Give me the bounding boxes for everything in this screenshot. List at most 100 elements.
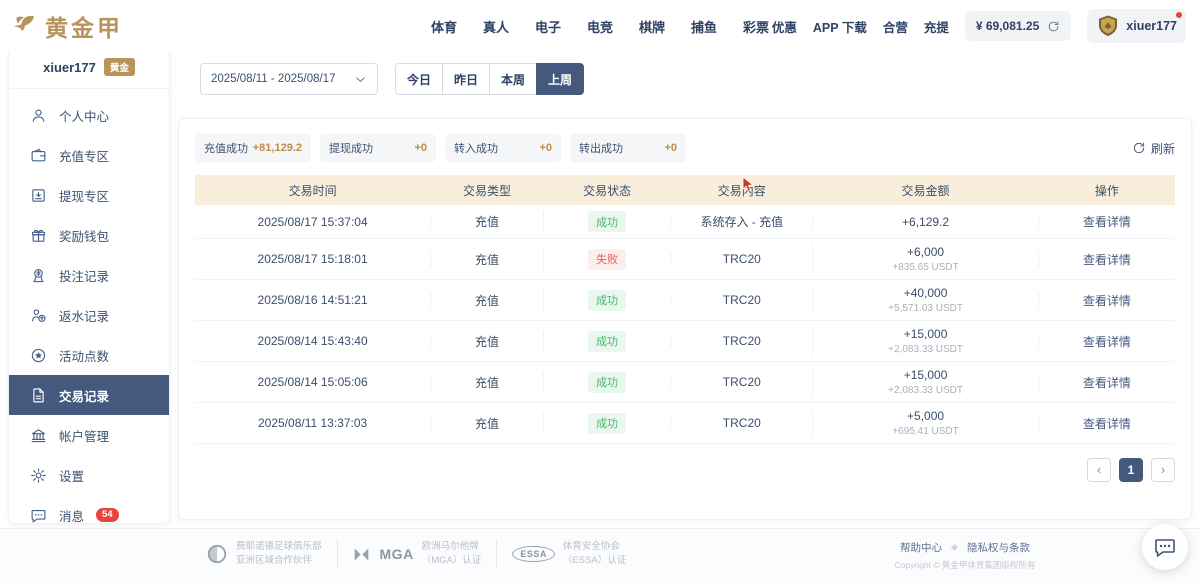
footer-partner-separator xyxy=(337,539,338,569)
header-link-3[interactable]: 合营 xyxy=(883,17,908,36)
nav-item-6[interactable]: 捕鱼 xyxy=(691,17,717,36)
view-details-link[interactable]: 查看详情 xyxy=(1083,335,1131,349)
sidebar-item-withdraw[interactable]: 提现专区 xyxy=(9,175,169,215)
sidebar-item-points[interactable]: 活动点数 xyxy=(9,335,169,375)
partner-description: 体育安全协会（ESSA）认证 xyxy=(563,540,626,568)
partner-description: 费耶诺德足球俱乐部亚洲区域合作伙伴 xyxy=(236,540,322,568)
sidebar-item-bank[interactable]: 帐户管理 xyxy=(9,415,169,455)
footer-right: 帮助中心隐私权与条款 Copyright © 黄金甲体育集团版权所有 xyxy=(855,540,1075,571)
cell-transaction-status: 成功 xyxy=(543,211,670,232)
message-count-badge: 54 xyxy=(96,508,119,522)
pagination-page-1[interactable]: 1 xyxy=(1119,458,1143,482)
view-details-link[interactable]: 查看详情 xyxy=(1083,253,1131,267)
notification-dot xyxy=(1176,12,1182,18)
footer-link-2[interactable]: 隐私权与条款 xyxy=(967,540,1030,555)
amount-value: +5,000 xyxy=(813,409,1037,423)
message-icon xyxy=(30,507,47,524)
sidebar-item-transaction[interactable]: 交易记录 xyxy=(9,375,169,415)
column-header-2: 交易类型 xyxy=(430,182,543,199)
amount-usdt-value: +835.65 USDT xyxy=(813,262,1037,273)
gift-icon xyxy=(30,227,47,244)
table-row: 2025/08/14 15:05:06充值成功TRC20+15,000+2,08… xyxy=(195,362,1175,403)
cell-transaction-type: 充值 xyxy=(430,292,543,309)
sidebar-item-gift[interactable]: 奖励钱包 xyxy=(9,215,169,255)
refresh-balance-icon[interactable] xyxy=(1047,20,1060,33)
summary-pill-1: 充值成功+81,129.2 xyxy=(195,134,311,162)
date-range-picker[interactable]: 2025/08/11 - 2025/08/17 xyxy=(200,63,378,95)
sidebar-item-gear[interactable]: 设置 xyxy=(9,455,169,495)
summary-value: +0 xyxy=(664,142,677,154)
essa-logo-text: ESSA xyxy=(512,546,555,562)
footer-links: 帮助中心 隐私权与条款 xyxy=(855,540,1075,555)
bet-record-icon xyxy=(30,267,47,284)
header-right: 优惠 APP 下载合营充提 ¥ 69,081.25 xiuer177 xyxy=(772,9,1200,43)
live-chat-button[interactable] xyxy=(1142,524,1188,570)
sidebar-username: xiuer177 xyxy=(43,60,96,75)
column-header-3: 交易状态 xyxy=(543,182,670,199)
header-quick-links: 优惠 APP 下载合营充提 xyxy=(772,17,949,36)
mga-logo-text: MGA xyxy=(380,546,414,562)
nav-item-4[interactable]: 电竞 xyxy=(587,17,613,36)
sidebar-menu: 个人中心充值专区提现专区奖励钱包投注记录返水记录活动点数交易记录帐户管理设置消息… xyxy=(9,95,169,524)
balance-pill[interactable]: ¥ 69,081.25 xyxy=(965,11,1071,41)
amount-value: +6,129.2 xyxy=(813,215,1037,229)
cell-action: 查看详情 xyxy=(1038,333,1175,350)
sidebar-item-wallet[interactable]: 充值专区 xyxy=(9,135,169,175)
footer-partner-mga: MGA 欧洲马尔他牌（MGA）认证 xyxy=(353,540,482,568)
user-chip[interactable]: xiuer177 xyxy=(1087,9,1186,43)
cell-action: 查看详情 xyxy=(1038,213,1175,230)
sidebar-item-rebate[interactable]: 返水记录 xyxy=(9,295,169,335)
footer-link-1[interactable]: 帮助中心 xyxy=(900,540,942,555)
cell-action: 查看详情 xyxy=(1038,292,1175,309)
view-details-link[interactable]: 查看详情 xyxy=(1083,376,1131,390)
user-shield-avatar xyxy=(1096,14,1120,38)
filter-button-4[interactable]: 上周 xyxy=(536,63,584,95)
sidebar-item-bet-record[interactable]: 投注记录 xyxy=(9,255,169,295)
user-icon xyxy=(30,107,47,124)
summary-stats-row: 充值成功+81,129.2提现成功+0转入成功+0转出成功+0 刷新 xyxy=(195,134,1175,162)
sidebar-divider xyxy=(9,88,169,89)
view-details-link[interactable]: 查看详情 xyxy=(1083,294,1131,308)
sidebar-item-label: 返水记录 xyxy=(59,306,109,325)
status-badge: 失败 xyxy=(588,249,626,270)
filter-button-2[interactable]: 昨日 xyxy=(442,63,490,95)
partner-description: 欧洲马尔他牌（MGA）认证 xyxy=(422,540,482,568)
cell-transaction-time: 2025/08/14 15:05:06 xyxy=(195,375,430,389)
view-details-link[interactable]: 查看详情 xyxy=(1083,417,1131,431)
sidebar-item-label: 帐户管理 xyxy=(59,426,109,445)
nav-item-7[interactable]: 彩票 xyxy=(743,17,769,36)
cell-transaction-amount: +5,000 +695.41 USDT xyxy=(812,409,1037,437)
cell-transaction-type: 充值 xyxy=(430,374,543,391)
nav-item-1[interactable]: 体育 xyxy=(431,17,457,36)
cell-action: 查看详情 xyxy=(1038,251,1175,268)
table-row: 2025/08/16 14:51:21充值成功TRC20+40,000+5,57… xyxy=(195,280,1175,321)
transactions-card: 充值成功+81,129.2提现成功+0转入成功+0转出成功+0 刷新 交易时间交… xyxy=(178,118,1192,520)
refresh-button[interactable]: 刷新 xyxy=(1132,140,1175,157)
gear-icon xyxy=(30,467,47,484)
nav-item-3[interactable]: 电子 xyxy=(535,17,561,36)
header-link-4[interactable]: 充提 xyxy=(924,17,949,36)
cell-transaction-content: TRC20 xyxy=(670,293,812,307)
sidebar-item-message[interactable]: 消息 54 xyxy=(9,495,169,524)
sidebar-item-user[interactable]: 个人中心 xyxy=(9,95,169,135)
header-link-2[interactable]: APP 下载 xyxy=(813,17,867,36)
sidebar-item-label: 消息 xyxy=(59,506,84,525)
brand-logo[interactable]: 黄金甲 xyxy=(0,9,123,43)
pagination-next-button[interactable]: › xyxy=(1151,458,1175,482)
sidebar-item-label: 交易记录 xyxy=(59,386,109,405)
filter-button-1[interactable]: 今日 xyxy=(395,63,443,95)
amount-value: +40,000 xyxy=(813,286,1037,300)
nav-item-2[interactable]: 真人 xyxy=(483,17,509,36)
sidebar-user: xiuer177 黄金 xyxy=(9,47,169,88)
view-details-link[interactable]: 查看详情 xyxy=(1083,215,1131,229)
header-link-1[interactable]: 优惠 xyxy=(772,17,797,36)
date-quick-filters: 今日昨日本周上周 xyxy=(395,63,584,95)
amount-usdt-value: +695.41 USDT xyxy=(813,426,1037,437)
nav-item-5[interactable]: 棋牌 xyxy=(639,17,665,36)
amount-usdt-value: +5,571.03 USDT xyxy=(813,303,1037,314)
transactions-table: 交易时间交易类型交易状态交易内容交易金额操作 2025/08/17 15:37:… xyxy=(195,175,1175,444)
amount-usdt-value: +2,083.33 USDT xyxy=(813,385,1037,396)
summary-value: +0 xyxy=(414,142,427,154)
pagination-prev-button[interactable]: ‹ xyxy=(1087,458,1111,482)
filter-button-3[interactable]: 本周 xyxy=(489,63,537,95)
